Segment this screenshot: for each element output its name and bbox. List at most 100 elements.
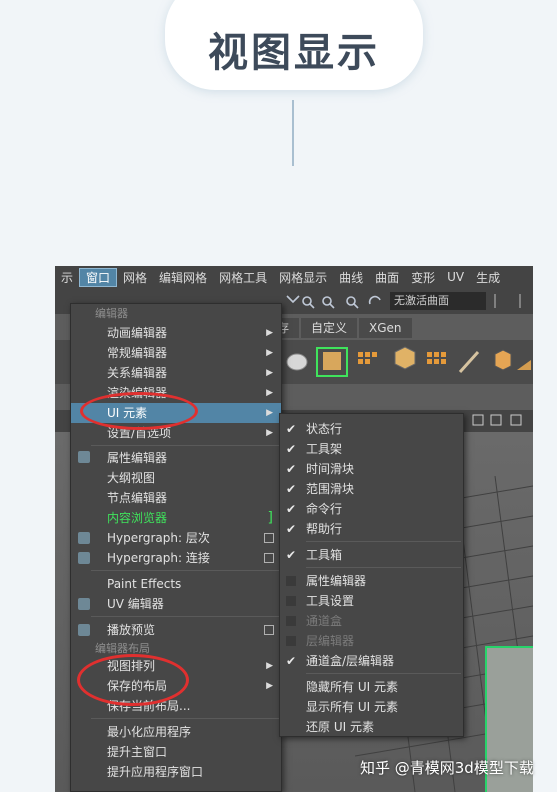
arrow-right-icon: ▶ xyxy=(266,328,273,338)
submenu-item-label: 显示所有 UI 元素 xyxy=(306,700,398,714)
menu-item-label: 内容浏览器 xyxy=(107,511,168,525)
menu-item-content-browser[interactable]: 内容浏览器 ] xyxy=(71,508,281,528)
menu-divider xyxy=(306,673,461,674)
submenu-item-shelf[interactable]: ✔ 工具架 xyxy=(280,439,463,459)
menu-item-label: 节点编辑器 xyxy=(107,491,168,505)
submenu-item-tool-settings[interactable]: 工具设置 xyxy=(280,591,463,611)
submenu-item-label: 属性编辑器 xyxy=(306,574,367,588)
bracket-icon: ] xyxy=(267,510,273,526)
arrow-right-icon: ▶ xyxy=(266,368,273,378)
split-cube-icon xyxy=(316,347,348,377)
check-icon: ✔ xyxy=(286,502,297,516)
menu-item-label: 属性编辑器 xyxy=(107,451,168,465)
arrow-right-icon: ▶ xyxy=(266,408,273,418)
submenu-item-range-slider[interactable]: ✔ 范围滑块 xyxy=(280,479,463,499)
section-editors: 编辑器 xyxy=(95,307,128,320)
submenu-item-status-line[interactable]: ✔ 状态行 xyxy=(280,419,463,439)
menu-item-raise-app-windows[interactable]: 提升应用程序窗口 xyxy=(71,762,281,782)
submenu-item-channel-box-layer-editor[interactable]: ✔ 通道盒/层编辑器 xyxy=(280,651,463,671)
main-menubar: 示 窗口 网格 编辑网格 网格工具 网格显示 曲线 曲面 变形 UV 生成 xyxy=(55,266,533,288)
menu-item-node-editor[interactable]: 节点编辑器 xyxy=(71,488,281,508)
submenu-item-command-line[interactable]: ✔ 命令行 xyxy=(280,499,463,519)
menu-surfaces[interactable]: 曲面 xyxy=(369,269,405,286)
menu-divider xyxy=(91,445,281,446)
menu-item-relationship-editors[interactable]: 关系编辑器 ▶ xyxy=(71,363,281,383)
menu-curves[interactable]: 曲线 xyxy=(333,269,369,286)
menu-item-playblast[interactable]: 播放预览 xyxy=(71,620,281,640)
tab-xgen[interactable]: XGen xyxy=(359,318,412,338)
submenu-item-channel-box: 通道盒 xyxy=(280,611,463,631)
menu-item-general-editors[interactable]: 常规编辑器 ▶ xyxy=(71,343,281,363)
menu-item-attribute-editor[interactable]: 属性编辑器 xyxy=(71,448,281,468)
menu-item-hypergraph-connections[interactable]: Hypergraph: 连接 xyxy=(71,548,281,568)
menu-divider xyxy=(91,616,281,617)
submenu-item-hide-all-ui[interactable]: 隐藏所有 UI 元素 xyxy=(280,677,463,697)
menu-item-paint-effects[interactable]: Paint Effects xyxy=(71,574,281,594)
menu-deform[interactable]: 变形 xyxy=(405,269,441,286)
check-icon: ✔ xyxy=(286,654,297,668)
check-icon: ✔ xyxy=(286,548,297,562)
menu-uv[interactable]: UV xyxy=(441,270,470,284)
menu-item-label: Hypergraph: 连接 xyxy=(107,551,210,565)
unchecked-box-icon xyxy=(286,636,296,646)
pencil-icon xyxy=(458,350,480,374)
menu-divider xyxy=(306,567,461,568)
submenu-item-label: 范围滑块 xyxy=(306,482,355,496)
menu-generate[interactable]: 生成 xyxy=(470,269,506,286)
submenu-item-label: 隐藏所有 UI 元素 xyxy=(306,680,398,694)
menu-divider xyxy=(91,718,281,719)
tab-custom[interactable]: 自定义 xyxy=(301,318,358,338)
submenu-item-label: 层编辑器 xyxy=(306,634,355,648)
check-icon: ✔ xyxy=(286,422,297,436)
menu-item-minimize-app[interactable]: 最小化应用程序 xyxy=(71,722,281,742)
arrow-right-icon: ▶ xyxy=(266,388,273,398)
submenu-item-label: 状态行 xyxy=(306,422,343,436)
menu-window[interactable]: 窗口 xyxy=(79,267,118,287)
window-menu: 编辑器 动画编辑器 ▶ 常规编辑器 ▶ 关系编辑器 ▶ 渲染编辑器 ▶ UI 元… xyxy=(70,303,282,792)
arrow-right-icon: ▶ xyxy=(266,348,273,358)
arrow-right-icon: ▶ xyxy=(266,681,273,691)
check-icon: ✔ xyxy=(286,522,297,536)
submenu-item-label: 还原 UI 元素 xyxy=(306,720,374,734)
option-box-icon[interactable] xyxy=(264,553,274,563)
submenu-item-label: 工具架 xyxy=(306,442,343,456)
menu-item-label: 动画编辑器 xyxy=(107,326,168,340)
submenu-item-toolbox[interactable]: ✔ 工具箱 xyxy=(280,545,463,565)
menu-mesh[interactable]: 网格 xyxy=(117,269,153,286)
submenu-item-label: 命令行 xyxy=(306,502,343,516)
grid-orange-icon xyxy=(358,352,377,364)
menu-edit-mesh[interactable]: 编辑网格 xyxy=(153,269,213,286)
watermark: 知乎 @青模网3d模型下载 xyxy=(360,759,534,777)
menu-item-animation-editors[interactable]: 动画编辑器 ▶ xyxy=(71,323,281,343)
option-box-icon[interactable] xyxy=(264,625,274,635)
menu-item-label: 常规编辑器 xyxy=(107,346,168,360)
menu-left-edge[interactable]: 示 xyxy=(55,269,79,286)
cube-icon xyxy=(394,346,416,370)
mesh-grid-icon xyxy=(427,352,446,364)
menu-item-hypergraph-hierarchy[interactable]: Hypergraph: 层次 xyxy=(71,528,281,548)
submenu-item-restore-ui[interactable]: 还原 UI 元素 xyxy=(280,717,463,737)
arrow-right-icon: ▶ xyxy=(266,428,273,438)
menu-mesh-display[interactable]: 网格显示 xyxy=(273,269,333,286)
menu-item-label: 最小化应用程序 xyxy=(107,725,192,739)
bevel-cube-icon xyxy=(494,349,512,371)
submenu-item-help-line[interactable]: ✔ 帮助行 xyxy=(280,519,463,539)
menu-item-outliner[interactable]: 大纲视图 xyxy=(71,468,281,488)
menu-item-uv-editor[interactable]: UV 编辑器 xyxy=(71,594,281,614)
check-icon: ✔ xyxy=(286,482,297,496)
option-box-icon[interactable] xyxy=(264,533,274,543)
submenu-item-attribute-editor[interactable]: 属性编辑器 xyxy=(280,571,463,591)
live-surface-field[interactable]: 无激活曲面 xyxy=(390,292,486,310)
menu-item-label: 提升主窗口 xyxy=(107,745,168,759)
menu-item-label: 大纲视图 xyxy=(107,471,156,485)
menu-divider xyxy=(91,570,281,571)
menu-item-raise-main-window[interactable]: 提升主窗口 xyxy=(71,742,281,762)
menu-item-label: 提升应用程序窗口 xyxy=(107,765,204,779)
menu-mesh-tools[interactable]: 网格工具 xyxy=(213,269,273,286)
section-layouts: 编辑器布局 xyxy=(95,642,150,655)
check-icon: ✔ xyxy=(286,462,297,476)
menu-item-label: 播放预览 xyxy=(107,623,156,637)
submenu-item-time-slider[interactable]: ✔ 时间滑块 xyxy=(280,459,463,479)
unchecked-box-icon xyxy=(286,576,296,586)
submenu-item-show-all-ui[interactable]: 显示所有 UI 元素 xyxy=(280,697,463,717)
